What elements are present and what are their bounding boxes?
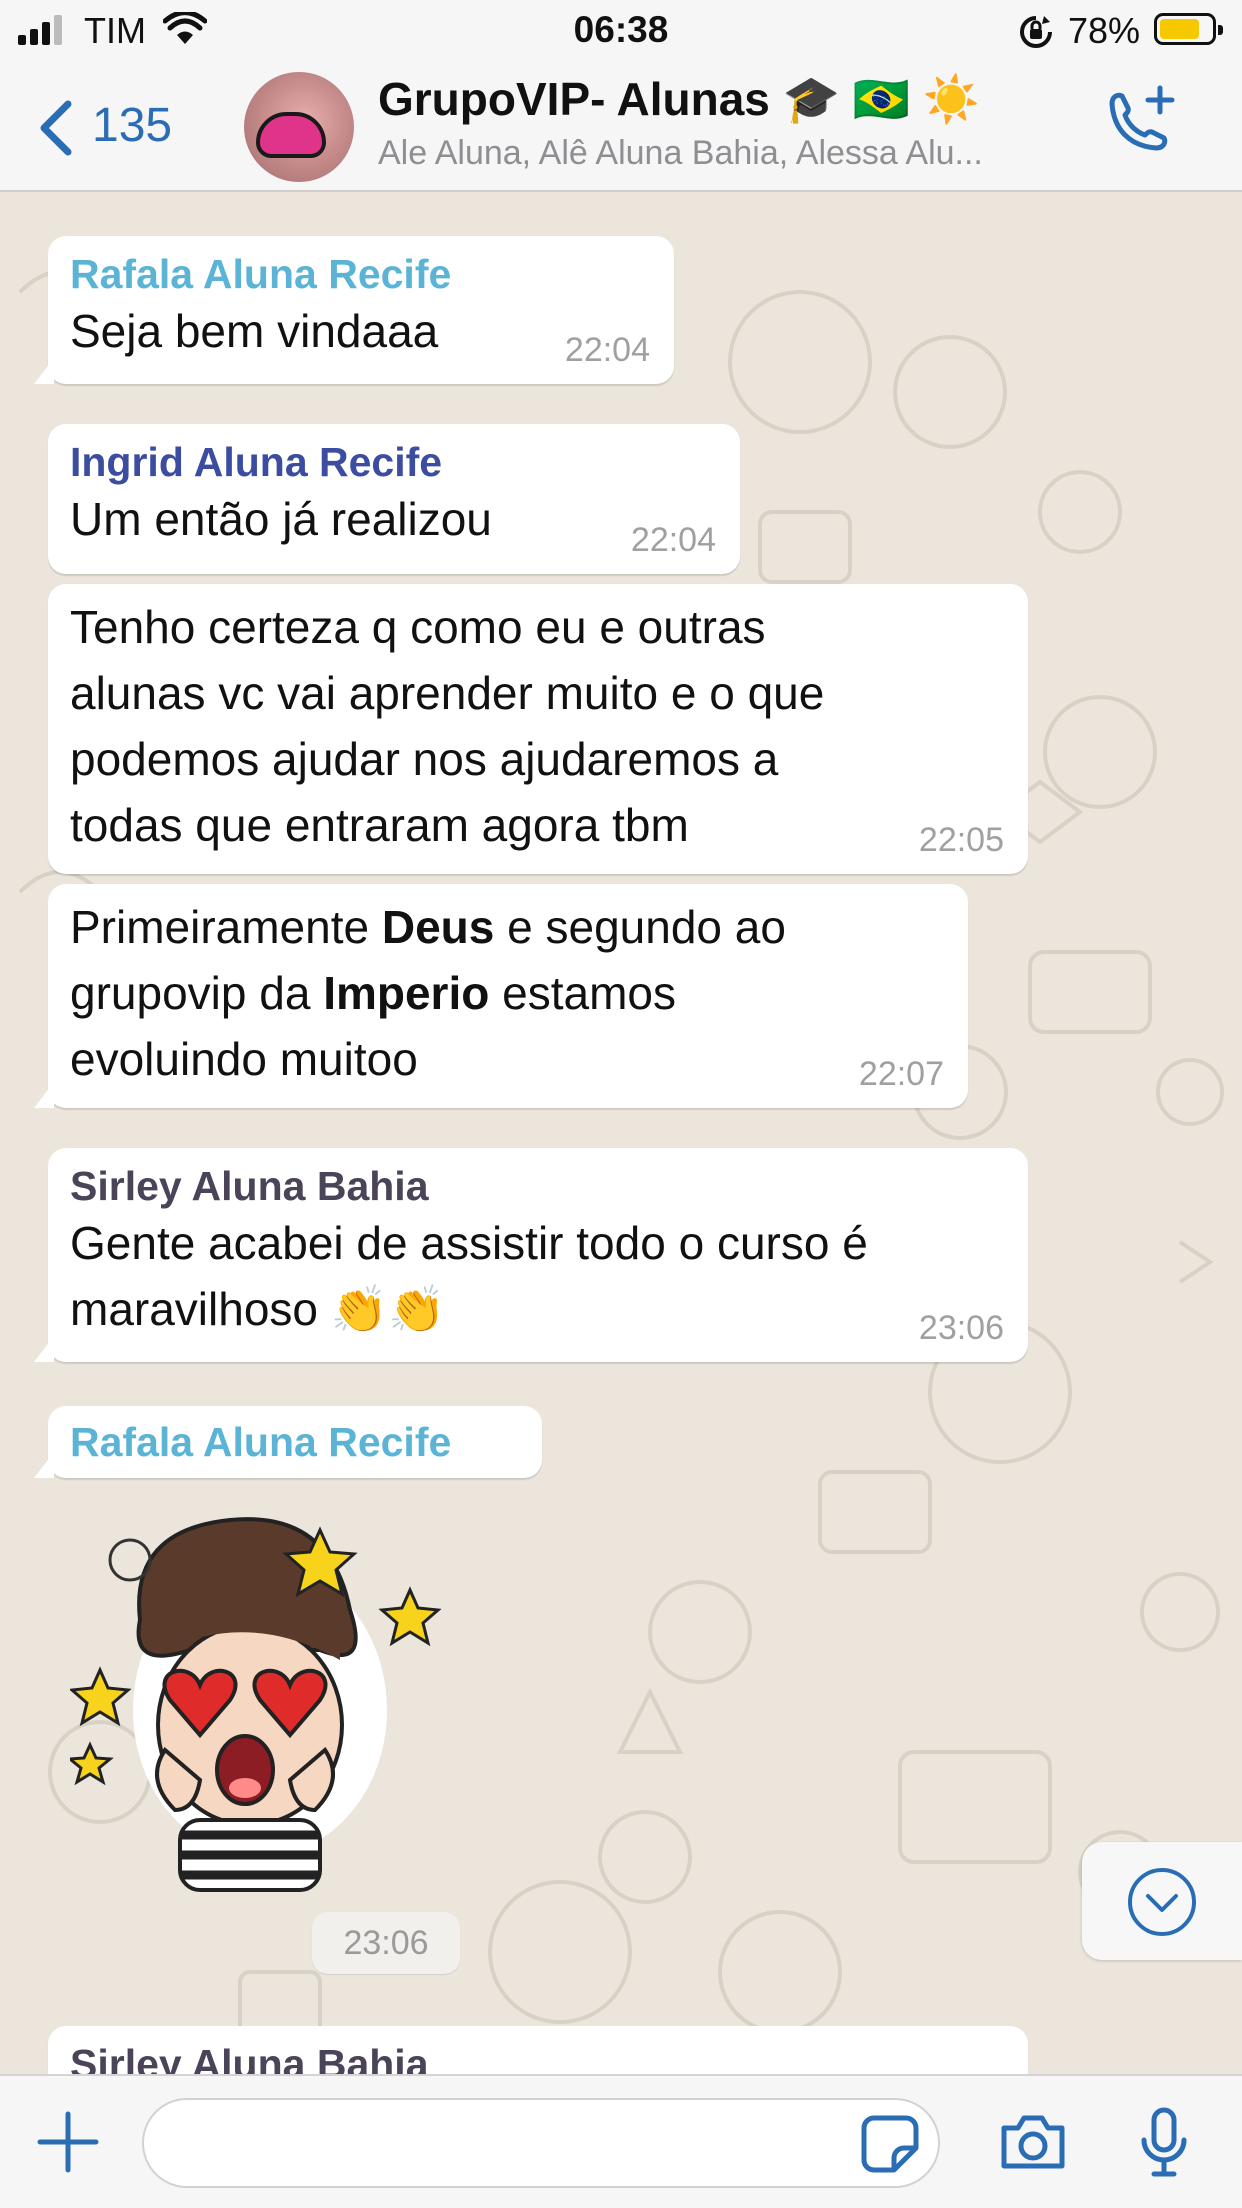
input-bar: [0, 2074, 1242, 2208]
camera-icon[interactable]: [998, 2110, 1068, 2174]
message-line: podemos ajudar nos ajudaremos a: [70, 733, 779, 785]
message-text: Um então já realizou: [70, 493, 492, 545]
message-line: maravilhoso 👏👏: [70, 1283, 446, 1335]
add-call-icon[interactable]: [1100, 82, 1180, 162]
sticker-icon[interactable]: [860, 2114, 920, 2174]
message-bubble[interactable]: Rafala Aluna Recife: [34, 1406, 542, 1478]
battery-fill: [1160, 19, 1199, 39]
plus-icon[interactable]: [36, 2110, 100, 2174]
heart-eyes-girl-sticker[interactable]: [70, 1500, 450, 1900]
bold-word: Deus: [381, 901, 495, 953]
message-line: Tenho certeza q como eu e outras: [70, 601, 766, 653]
group-avatar[interactable]: [244, 72, 354, 182]
back-chevron-icon: [40, 100, 72, 156]
message-sender: Sirley Aluna Bahia: [70, 1163, 429, 1209]
group-name[interactable]: GrupoVIP- Alunas 🎓 🇧🇷 ☀️: [378, 72, 980, 127]
message-line: todas que entraram agora tbm: [70, 799, 689, 851]
message-time: 22:04: [564, 331, 650, 369]
message-input[interactable]: [142, 2098, 940, 2188]
message-sender: Rafala Aluna Recife: [70, 1419, 452, 1465]
message-time: 22:07: [858, 1055, 944, 1093]
message-time: 22:05: [918, 821, 1004, 859]
bold-word: Imperio: [323, 967, 490, 1019]
rotation-lock-icon: [1020, 16, 1052, 48]
scroll-to-bottom-button[interactable]: [1082, 1842, 1242, 1960]
message-time: 23:06: [918, 1309, 1004, 1347]
back-button[interactable]: 135: [30, 88, 190, 158]
message-bubble[interactable]: Sirley Aluna Bahia Gente acabei de assis…: [34, 1148, 1028, 1362]
unread-count: 135: [92, 99, 173, 152]
message-bubble[interactable]: Primeiramente Deus e segundo ao grupovip…: [34, 884, 968, 1108]
chevron-down-icon: [1128, 1868, 1196, 1936]
message-time: 22:04: [630, 521, 716, 559]
message-line: alunas vc vai aprender muito e o que: [70, 667, 825, 719]
battery-icon: [1154, 13, 1223, 45]
message-bubble[interactable]: Tenho certeza q como eu e outras alunas …: [48, 584, 1028, 874]
microphone-icon[interactable]: [1138, 2106, 1190, 2180]
group-members[interactable]: Ale Aluna, Alê Aluna Bahia, Alessa Alu..…: [378, 134, 1078, 173]
sticker-time: 23:06: [312, 1912, 460, 1974]
status-bar: TIM 06:38 78%: [0, 0, 1242, 62]
message-bubble[interactable]: Rafala Aluna Recife Seja bem vindaaa 22:…: [34, 236, 674, 384]
message-line: Gente acabei de assistir todo o curso é: [70, 1217, 868, 1269]
message-sender: Rafala Aluna Recife: [70, 251, 452, 297]
message-line: Primeiramente Deus e segundo ao: [70, 901, 786, 953]
battery-percentage: 78%: [1068, 10, 1141, 51]
message-line: grupovip da Imperio estamos: [70, 967, 676, 1019]
clock: 06:38: [573, 9, 669, 50]
chat-header: 135 GrupoVIP- Alunas 🎓 🇧🇷 ☀️ Ale Aluna, …: [0, 62, 1242, 192]
message-bubble[interactable]: Ingrid Aluna Recife Um então já realizou…: [48, 424, 740, 574]
message-line: evoluindo muitoo: [70, 1033, 418, 1085]
message-sender: Ingrid Aluna Recife: [70, 439, 443, 485]
